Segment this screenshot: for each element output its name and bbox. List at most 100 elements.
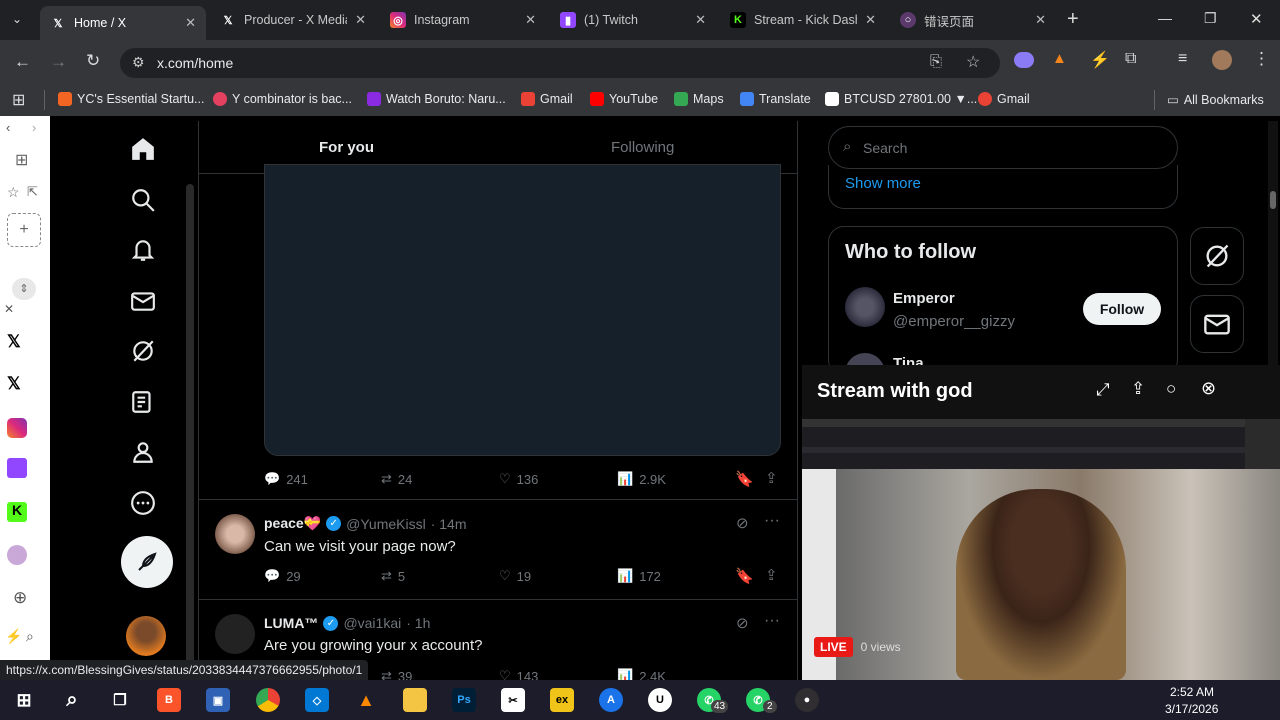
views-button[interactable]: 📊 172 bbox=[617, 568, 661, 584]
repost-button[interactable]: ⇄ 5 bbox=[381, 568, 405, 584]
add-icon[interactable]: ⊕ bbox=[13, 588, 27, 608]
tab-error-page[interactable]: ○ 错误页面 ✕ bbox=[890, 6, 1056, 34]
grok-icon[interactable] bbox=[130, 338, 156, 364]
media-icon[interactable]: ≡ bbox=[1178, 50, 1187, 68]
follow-button[interactable]: Follow bbox=[1083, 293, 1161, 325]
capcut-icon[interactable]: ✂ bbox=[501, 688, 525, 712]
unreal-icon[interactable]: U bbox=[648, 688, 672, 712]
close-icon[interactable]: ✕ bbox=[865, 12, 876, 28]
search-icon[interactable]: ⌕ bbox=[26, 628, 34, 645]
bookmark-icon[interactable]: 🔖 bbox=[735, 470, 754, 488]
obs-icon[interactable]: ● bbox=[795, 688, 819, 712]
chat-icon[interactable]: ○ bbox=[1166, 379, 1176, 399]
author-name[interactable]: LUMA™ bbox=[264, 615, 318, 631]
stream-popup[interactable]: Stream with god ⤢ ⇪ ○ ⊗ LIVE 0 views bbox=[802, 365, 1280, 680]
repost-button[interactable]: ⇄ 24 bbox=[381, 471, 412, 487]
bookmark-translate[interactable]: Translate bbox=[740, 92, 811, 106]
bookmark-gmail-2[interactable]: Gmail bbox=[978, 92, 1030, 106]
tweet-time[interactable]: · 1h bbox=[406, 615, 430, 631]
kick-icon[interactable]: K bbox=[7, 502, 27, 522]
tweet-media[interactable] bbox=[264, 164, 781, 456]
back-icon[interactable]: ← bbox=[14, 52, 31, 72]
bookmark-boruto[interactable]: Watch Boruto: Naru... bbox=[367, 92, 506, 106]
metamask-icon[interactable]: ▲ bbox=[1052, 50, 1067, 67]
all-bookmarks[interactable]: ▭ All Bookmarks bbox=[1167, 92, 1264, 108]
excel-like-icon[interactable]: ex bbox=[550, 688, 574, 712]
expand-icon[interactable]: ⤢ bbox=[1096, 380, 1110, 400]
add-panel-button[interactable]: + bbox=[7, 213, 41, 247]
tweet-card[interactable]: 💬 241 ⇄ 24 ♡ 136 📊 2.9K 🔖 ⇪ bbox=[199, 164, 797, 500]
brave-icon[interactable]: B bbox=[157, 688, 181, 712]
chrome-icon[interactable] bbox=[256, 688, 280, 712]
bookmark-maps[interactable]: Maps bbox=[674, 92, 724, 106]
panel-back-icon[interactable]: ‹ bbox=[6, 120, 10, 135]
x-app-icon[interactable]: 𝕏 bbox=[7, 374, 27, 394]
show-more-link[interactable]: Show more bbox=[845, 175, 921, 192]
new-tab-icon[interactable]: + bbox=[1067, 8, 1079, 31]
profile-avatar[interactable] bbox=[1212, 50, 1232, 70]
like-button[interactable]: ♡ 19 bbox=[499, 568, 531, 584]
instagram-icon[interactable] bbox=[7, 418, 27, 438]
author-name[interactable]: peace💝 bbox=[264, 515, 321, 532]
x-app-icon[interactable]: 𝕏 bbox=[7, 332, 27, 352]
mail-icon[interactable] bbox=[130, 288, 156, 314]
file-explorer-icon[interactable] bbox=[403, 688, 427, 712]
tab-instagram[interactable]: ◎ Instagram ✕ bbox=[380, 6, 546, 34]
bookmark-gmail[interactable]: Gmail bbox=[521, 92, 573, 106]
search-input[interactable]: ⌕ Search bbox=[828, 126, 1178, 169]
bell-icon[interactable] bbox=[130, 237, 156, 263]
grok-icon[interactable]: ⊘ bbox=[736, 514, 749, 532]
star-icon[interactable]: ☆ bbox=[966, 52, 980, 72]
author-handle[interactable]: @YumeKissl bbox=[346, 516, 426, 532]
apps-icon[interactable]: ⊞ bbox=[12, 90, 25, 110]
star-icon[interactable]: ☆ bbox=[7, 184, 20, 201]
avatar[interactable] bbox=[215, 614, 255, 654]
stream-video[interactable]: LIVE 0 views bbox=[802, 419, 1280, 680]
open-external-icon[interactable]: ⇱ bbox=[27, 184, 38, 200]
close-icon[interactable]: ✕ bbox=[695, 12, 706, 28]
user-name[interactable]: Emperor bbox=[893, 290, 955, 307]
tab-home-x[interactable]: 𝕏 Home / X ✕ bbox=[40, 6, 206, 40]
reload-icon[interactable]: ↻ bbox=[86, 51, 100, 71]
bookmark-yc-back[interactable]: Y combinator is bac... bbox=[213, 92, 352, 106]
author-handle[interactable]: @vai1kai bbox=[343, 615, 401, 631]
bolt-icon[interactable]: ⚡ bbox=[5, 628, 22, 645]
search-icon[interactable]: ⌕ bbox=[60, 688, 84, 712]
tab-kick[interactable]: K Stream - Kick Dash ✕ bbox=[720, 6, 886, 34]
search-icon[interactable] bbox=[130, 187, 156, 213]
upload-icon[interactable]: ⇪ bbox=[1131, 379, 1145, 399]
clock-time[interactable]: 2:52 AM bbox=[1170, 685, 1214, 699]
site-info-icon[interactable]: ⚙ bbox=[132, 54, 145, 71]
more-options-icon[interactable]: ··· bbox=[764, 512, 780, 530]
install-icon[interactable]: ⎘ bbox=[930, 53, 942, 70]
bookmark-icon[interactable]: 🔖 bbox=[735, 567, 754, 585]
scrollbar[interactable] bbox=[186, 184, 194, 684]
close-icon[interactable]: ✕ bbox=[1035, 12, 1046, 28]
close-icon[interactable]: ✕ bbox=[525, 12, 536, 28]
menu-icon[interactable]: ⋮ bbox=[1253, 49, 1270, 69]
close-icon[interactable]: ✕ bbox=[355, 12, 366, 28]
more-icon[interactable] bbox=[130, 490, 156, 516]
user-handle[interactable]: @emperor__gizzy bbox=[893, 313, 1015, 330]
app-store-icon[interactable]: A bbox=[599, 688, 623, 712]
window-close-icon[interactable]: ✕ bbox=[1250, 10, 1263, 28]
vlc-icon[interactable]: ▲ bbox=[354, 688, 378, 712]
extension-icon[interactable] bbox=[1014, 52, 1034, 68]
virtualbox-icon[interactable]: ▣ bbox=[206, 688, 230, 712]
more-options-icon[interactable]: ··· bbox=[764, 612, 780, 630]
scroll-thumb[interactable] bbox=[1270, 191, 1276, 209]
grok-button[interactable] bbox=[1190, 227, 1244, 285]
close-icon[interactable]: ⊗ bbox=[1201, 378, 1216, 399]
grid-icon[interactable]: ⊞ bbox=[15, 150, 28, 170]
task-view-icon[interactable]: ❐ bbox=[108, 688, 132, 712]
globe-icon[interactable] bbox=[7, 545, 27, 565]
windows-start-icon[interactable]: ⊞ bbox=[12, 688, 36, 712]
views-button[interactable]: 📊 2.9K bbox=[617, 471, 666, 487]
avatar[interactable] bbox=[215, 514, 255, 554]
restore-icon[interactable]: ❐ bbox=[1204, 10, 1217, 27]
bookmark-youtube[interactable]: YouTube bbox=[590, 92, 658, 106]
bolt-icon[interactable]: ⚡ bbox=[1090, 50, 1110, 70]
bookmark-yc[interactable]: YC's Essential Startu... bbox=[58, 92, 204, 106]
lists-icon[interactable] bbox=[130, 389, 156, 415]
scroll-toggle-icon[interactable]: ⇕ bbox=[12, 278, 36, 300]
